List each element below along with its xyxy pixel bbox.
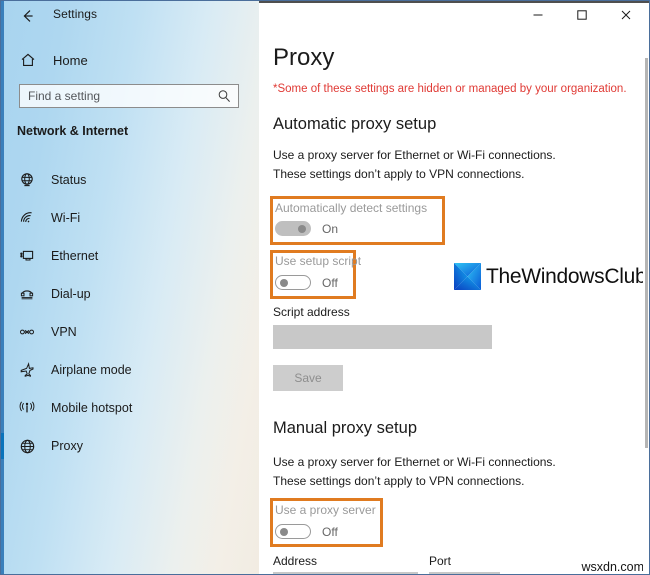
script-address-label: Script address <box>273 305 350 319</box>
page-title: Proxy <box>273 44 335 71</box>
scrollbar-thumb[interactable] <box>645 58 648 448</box>
windowsclub-logo-icon <box>454 263 481 290</box>
proxy-globe-icon <box>15 434 39 458</box>
sidebar-item-wifi[interactable]: Wi-Fi <box>1 199 259 237</box>
sidebar-item-label: Ethernet <box>51 249 99 263</box>
maximize-button[interactable] <box>560 1 604 29</box>
sidebar-item-label: VPN <box>51 325 77 339</box>
hotspot-icon <box>15 396 39 420</box>
selection-indicator <box>1 319 4 345</box>
ethernet-icon <box>15 244 39 268</box>
selection-indicator <box>1 281 4 307</box>
content-scrollbar[interactable] <box>643 3 649 574</box>
toggle-knob <box>280 527 288 536</box>
airplane-icon <box>15 358 39 382</box>
sidebar-item-label: Airplane mode <box>51 363 132 377</box>
sidebar-nav-list: Status Wi-Fi Ethernet Dial-up VPN Airpla… <box>1 161 259 465</box>
auto-detect-settings-label: Automatically detect settings <box>275 201 428 215</box>
close-button[interactable] <box>604 1 648 29</box>
sidebar-item-label: Status <box>51 173 87 187</box>
sidebar-item-label: Wi-Fi <box>51 211 81 225</box>
sidebar: Settings Home Find a setting Network & I… <box>1 1 259 574</box>
sidebar-item-label: Home <box>53 52 88 68</box>
use-proxy-server-toggle[interactable]: Off <box>275 524 338 539</box>
watermark-text: TheWindowsClub <box>486 264 647 288</box>
sidebar-item-status[interactable]: Status <box>1 161 259 199</box>
globe-status-icon <box>15 168 39 192</box>
search-icon[interactable] <box>214 86 234 106</box>
minimize-button[interactable] <box>516 1 560 29</box>
toggle-state-label: On <box>322 221 339 236</box>
sidebar-item-home[interactable]: Home <box>1 47 259 73</box>
content-pane: Proxy *Some of these settings are hidden… <box>259 1 649 574</box>
manual-proxy-setup-description: Use a proxy server for Ethernet or Wi-Fi… <box>273 455 556 488</box>
selection-indicator <box>1 395 4 421</box>
sidebar-category-title: Network & Internet <box>17 124 129 138</box>
selection-indicator <box>1 243 4 269</box>
script-address-input[interactable] <box>273 325 492 349</box>
automatic-proxy-setup-description: Use a proxy server for Ethernet or Wi-Fi… <box>273 148 556 181</box>
automatic-proxy-setup-heading: Automatic proxy setup <box>273 115 437 133</box>
manual-proxy-setup-heading: Manual proxy setup <box>273 419 417 437</box>
window-title: Settings <box>53 7 98 21</box>
toggle-knob <box>298 224 306 233</box>
sidebar-item-airplane-mode[interactable]: Airplane mode <box>1 351 259 389</box>
sidebar-item-vpn[interactable]: VPN <box>1 313 259 351</box>
toggle-track <box>275 524 311 539</box>
port-label: Port <box>429 554 452 568</box>
settings-window: Settings Home Find a setting Network & I… <box>0 0 650 575</box>
sidebar-item-label: Mobile hotspot <box>51 401 133 415</box>
toggle-track <box>275 221 311 236</box>
selection-indicator <box>1 433 4 459</box>
sidebar-item-dialup[interactable]: Dial-up <box>1 275 259 313</box>
selection-indicator <box>1 205 4 231</box>
auto-detect-settings-toggle[interactable]: On <box>275 221 338 236</box>
title-bar: Settings <box>1 1 259 31</box>
address-label: Address <box>273 554 318 568</box>
organization-managed-note: *Some of these settings are hidden or ma… <box>273 83 627 95</box>
save-button-label: Save <box>294 371 322 385</box>
sidebar-item-label: Dial-up <box>51 287 91 301</box>
sidebar-item-label: Proxy <box>51 439 83 453</box>
sidebar-item-mobile-hotspot[interactable]: Mobile hotspot <box>1 389 259 427</box>
window-controls <box>516 1 648 29</box>
toggle-knob <box>280 278 288 287</box>
toggle-state-label: Off <box>322 275 338 290</box>
sidebar-item-proxy[interactable]: Proxy <box>1 427 259 465</box>
vpn-icon <box>15 320 39 344</box>
search-input-value: Find a setting <box>28 89 101 103</box>
toggle-track <box>275 275 311 290</box>
selection-indicator <box>1 167 4 193</box>
use-setup-script-label: Use setup script <box>275 254 362 268</box>
back-button[interactable] <box>17 6 39 26</box>
wifi-icon <box>15 206 39 230</box>
use-setup-script-toggle[interactable]: Off <box>275 275 338 290</box>
toggle-state-label: Off <box>322 524 338 539</box>
save-button[interactable]: Save <box>273 365 343 391</box>
use-proxy-server-label: Use a proxy server <box>275 503 376 517</box>
sidebar-item-ethernet[interactable]: Ethernet <box>1 237 259 275</box>
home-icon <box>17 49 39 71</box>
dialup-phone-icon <box>15 282 39 306</box>
thewindowsclub-watermark: TheWindowsClub <box>454 263 647 290</box>
search-input[interactable]: Find a setting <box>19 84 239 108</box>
selection-indicator <box>1 357 4 383</box>
site-watermark: wsxdn.com <box>581 560 644 574</box>
